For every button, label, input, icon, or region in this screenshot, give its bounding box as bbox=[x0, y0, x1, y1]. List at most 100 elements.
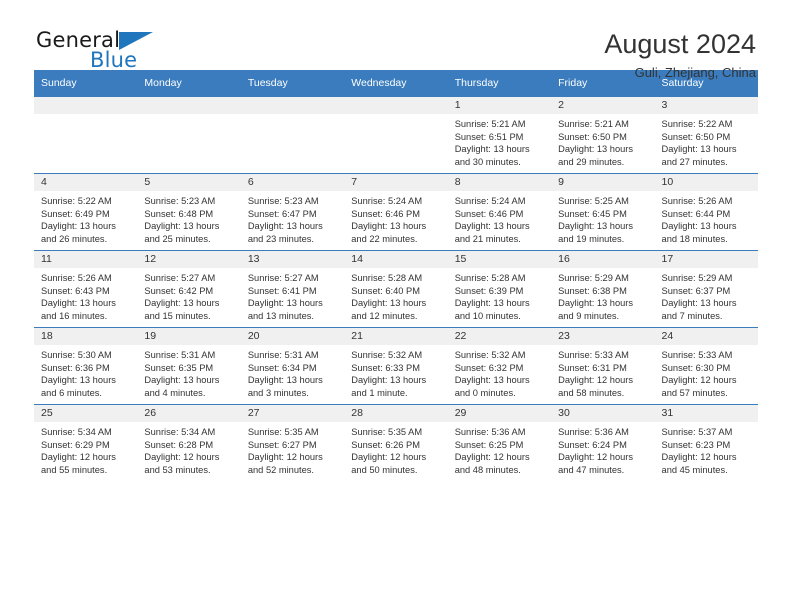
day-number: 18 bbox=[34, 328, 138, 345]
calendar-day-cell[interactable]: 23 Sunrise: 5:33 AM Sunset: 6:31 PM Dayligh… bbox=[551, 327, 655, 405]
day-details: Sunrise: 5:26 AM Sunset: 6:43 PM Daylight:… bbox=[34, 268, 137, 322]
daylight-text: Daylight: 12 hours bbox=[247, 452, 323, 463]
day-number: 15 bbox=[447, 251, 552, 268]
calendar-day-cell[interactable]: 19 Sunrise: 5:31 AM Sunset: 6:35 PM Dayligh… bbox=[137, 327, 241, 405]
daylight-text: and 47 minutes. bbox=[558, 464, 625, 475]
calendar-day-cell[interactable]: 18 Sunrise: 5:30 AM Sunset: 6:36 PM Dayligh… bbox=[34, 327, 138, 405]
daylight-text: and 57 minutes. bbox=[661, 387, 728, 398]
daylight-text: and 7 minutes. bbox=[661, 310, 723, 321]
day-details: Sunrise: 5:26 AM Sunset: 6:44 PM Daylight:… bbox=[655, 191, 758, 245]
day-details: Sunrise: 5:33 AM Sunset: 6:30 PM Daylight:… bbox=[655, 345, 758, 399]
sunrise-text: Sunrise: 5:26 AM bbox=[661, 196, 733, 206]
calendar-day-cell[interactable]: 8 Sunrise: 5:24 AM Sunset: 6:46 PM Daylight… bbox=[447, 173, 552, 251]
daylight-text: and 10 minutes. bbox=[454, 310, 521, 321]
calendar-day-cell[interactable]: 25 Sunrise: 5:34 AM Sunset: 6:29 PM Dayligh… bbox=[34, 404, 138, 481]
sunset-text: Sunset: 6:39 PM bbox=[454, 285, 524, 296]
day-details: Sunrise: 5:36 AM Sunset: 6:25 PM Daylight:… bbox=[448, 422, 551, 476]
calendar-day-cell[interactable]: 27 Sunrise: 5:35 AM Sunset: 6:27 PM Dayligh… bbox=[240, 404, 345, 481]
daylight-text: and 58 minutes. bbox=[558, 387, 625, 398]
sunset-text: Sunset: 6:45 PM bbox=[558, 208, 627, 219]
day-details: Sunrise: 5:21 AM Sunset: 6:51 PM Daylight:… bbox=[448, 114, 551, 168]
daylight-text: Daylight: 12 hours bbox=[41, 452, 116, 463]
calendar-day-cell[interactable]: 3 Sunrise: 5:22 AM Sunset: 6:50 PM Daylight… bbox=[654, 96, 758, 174]
calendar-day-cell[interactable]: 17 Sunrise: 5:29 AM Sunset: 6:37 PM Dayligh… bbox=[654, 250, 758, 328]
calendar-day-cell[interactable]: 30 Sunrise: 5:36 AM Sunset: 6:24 PM Dayligh… bbox=[551, 404, 655, 481]
calendar-day-cell[interactable]: 12 Sunrise: 5:27 AM Sunset: 6:42 PM Dayligh… bbox=[137, 250, 241, 328]
sunset-text: Sunset: 6:44 PM bbox=[661, 208, 731, 219]
daylight-text: and 53 minutes. bbox=[144, 464, 211, 475]
sunset-text: Sunset: 6:26 PM bbox=[351, 439, 420, 450]
sunset-text: Sunset: 6:33 PM bbox=[351, 362, 420, 373]
day-number: 24 bbox=[654, 328, 758, 345]
calendar-day-cell[interactable]: 6 Sunrise: 5:23 AM Sunset: 6:47 PM Daylight… bbox=[240, 173, 345, 251]
calendar-day-cell[interactable]: 2 Sunrise: 5:21 AM Sunset: 6:50 PM Daylight… bbox=[551, 96, 655, 174]
sunset-text: Sunset: 6:29 PM bbox=[41, 439, 110, 450]
day-details: Sunrise: 5:28 AM Sunset: 6:39 PM Daylight:… bbox=[448, 268, 551, 322]
calendar-day-cell[interactable]: 7 Sunrise: 5:24 AM Sunset: 6:46 PM Daylight… bbox=[344, 173, 448, 251]
brand-logo[interactable]: General Blue bbox=[34, 28, 214, 78]
day-number: 26 bbox=[137, 405, 241, 422]
sunset-text: Sunset: 6:48 PM bbox=[144, 208, 214, 219]
sunrise-text: Sunrise: 5:27 AM bbox=[144, 273, 216, 283]
daylight-text: Daylight: 13 hours bbox=[144, 221, 220, 232]
daylight-text: and 0 minutes. bbox=[454, 387, 516, 398]
day-number: 14 bbox=[344, 251, 448, 268]
day-number: 21 bbox=[344, 328, 448, 345]
calendar-day-cell[interactable]: 10 Sunrise: 5:26 AM Sunset: 6:44 PM Dayligh… bbox=[654, 173, 758, 251]
calendar-day-cell[interactable]: 24 Sunrise: 5:33 AM Sunset: 6:30 PM Dayligh… bbox=[654, 327, 758, 405]
calendar-day-cell[interactable]: 9 Sunrise: 5:25 AM Sunset: 6:45 PM Daylight… bbox=[551, 173, 655, 251]
daylight-text: Daylight: 13 hours bbox=[558, 221, 634, 232]
brand-name-blue: Blue bbox=[90, 48, 138, 72]
calendar-day-cell[interactable]: 16 Sunrise: 5:29 AM Sunset: 6:38 PM Dayligh… bbox=[551, 250, 655, 328]
day-details: Sunrise: 5:21 AM Sunset: 6:50 PM Daylight:… bbox=[551, 114, 654, 168]
sunrise-text: Sunrise: 5:35 AM bbox=[351, 427, 423, 437]
sunset-text: Sunset: 6:46 PM bbox=[351, 208, 420, 219]
calendar-week-row: 11 Sunrise: 5:26 AM Sunset: 6:43 PM Dayligh… bbox=[34, 250, 758, 328]
daylight-text: Daylight: 13 hours bbox=[661, 298, 737, 309]
daylight-text: and 1 minute. bbox=[351, 387, 408, 398]
calendar-day-cell[interactable]: 31 Sunrise: 5:37 AM Sunset: 6:23 PM Dayligh… bbox=[654, 404, 758, 481]
day-details: Sunrise: 5:27 AM Sunset: 6:42 PM Daylight:… bbox=[137, 268, 240, 322]
day-number bbox=[344, 97, 448, 114]
daylight-text: Daylight: 13 hours bbox=[351, 221, 427, 232]
sunset-text: Sunset: 6:31 PM bbox=[558, 362, 627, 373]
calendar-day-cell[interactable]: 26 Sunrise: 5:34 AM Sunset: 6:28 PM Dayligh… bbox=[137, 404, 241, 481]
sunrise-text: Sunrise: 5:29 AM bbox=[558, 273, 629, 283]
day-number bbox=[240, 97, 345, 114]
calendar-day-cell[interactable]: 21 Sunrise: 5:32 AM Sunset: 6:33 PM Dayligh… bbox=[344, 327, 448, 405]
sunset-text: Sunset: 6:47 PM bbox=[247, 208, 317, 219]
daylight-text: and 18 minutes. bbox=[661, 233, 728, 244]
weekday-header-tuesday: Tuesday bbox=[240, 70, 345, 97]
calendar-day-cell[interactable]: 11 Sunrise: 5:26 AM Sunset: 6:43 PM Dayligh… bbox=[34, 250, 138, 328]
calendar-day-cell[interactable]: 28 Sunrise: 5:35 AM Sunset: 6:26 PM Dayligh… bbox=[344, 404, 448, 481]
sunset-text: Sunset: 6:32 PM bbox=[454, 362, 524, 373]
sunrise-text: Sunrise: 5:32 AM bbox=[351, 350, 423, 360]
calendar-day-cell[interactable]: 20 Sunrise: 5:31 AM Sunset: 6:34 PM Dayligh… bbox=[240, 327, 345, 405]
calendar-day-cell[interactable]: 4 Sunrise: 5:22 AM Sunset: 6:49 PM Daylight… bbox=[34, 173, 138, 251]
calendar-day-cell[interactable]: 13 Sunrise: 5:27 AM Sunset: 6:41 PM Dayligh… bbox=[240, 250, 345, 328]
day-details: Sunrise: 5:22 AM Sunset: 6:49 PM Daylight:… bbox=[34, 191, 137, 245]
calendar-day-cell[interactable]: 5 Sunrise: 5:23 AM Sunset: 6:48 PM Daylight… bbox=[137, 173, 241, 251]
daylight-text: and 19 minutes. bbox=[558, 233, 625, 244]
daylight-text: Daylight: 12 hours bbox=[661, 375, 737, 386]
calendar-body: 1 Sunrise: 5:21 AM Sunset: 6:51 PM Daylight… bbox=[34, 96, 758, 481]
day-number: 27 bbox=[240, 405, 345, 422]
day-number bbox=[137, 97, 241, 114]
calendar-day-cell[interactable]: 14 Sunrise: 5:28 AM Sunset: 6:40 PM Dayligh… bbox=[344, 250, 448, 328]
day-details: Sunrise: 5:22 AM Sunset: 6:50 PM Daylight:… bbox=[655, 114, 758, 168]
sunrise-text: Sunrise: 5:23 AM bbox=[144, 196, 216, 206]
day-number: 17 bbox=[654, 251, 758, 268]
day-details: Sunrise: 5:23 AM Sunset: 6:47 PM Daylight:… bbox=[241, 191, 344, 245]
calendar-day-cell[interactable]: 29 Sunrise: 5:36 AM Sunset: 6:25 PM Dayligh… bbox=[447, 404, 552, 481]
sunrise-text: Sunrise: 5:21 AM bbox=[454, 119, 526, 129]
calendar-day-cell[interactable]: 22 Sunrise: 5:32 AM Sunset: 6:32 PM Dayligh… bbox=[447, 327, 552, 405]
calendar-day-cell[interactable]: 15 Sunrise: 5:28 AM Sunset: 6:39 PM Dayligh… bbox=[447, 250, 552, 328]
calendar-day-cell[interactable]: 1 Sunrise: 5:21 AM Sunset: 6:51 PM Daylight… bbox=[447, 96, 552, 174]
calendar-day-cell-empty bbox=[240, 96, 345, 174]
sunrise-text: Sunrise: 5:32 AM bbox=[454, 350, 526, 360]
calendar-week-row: 25 Sunrise: 5:34 AM Sunset: 6:29 PM Dayligh… bbox=[34, 404, 758, 481]
sunrise-text: Sunrise: 5:28 AM bbox=[351, 273, 423, 283]
sunset-text: Sunset: 6:24 PM bbox=[558, 439, 627, 450]
sunrise-text: Sunrise: 5:28 AM bbox=[454, 273, 526, 283]
day-number: 6 bbox=[240, 174, 345, 191]
